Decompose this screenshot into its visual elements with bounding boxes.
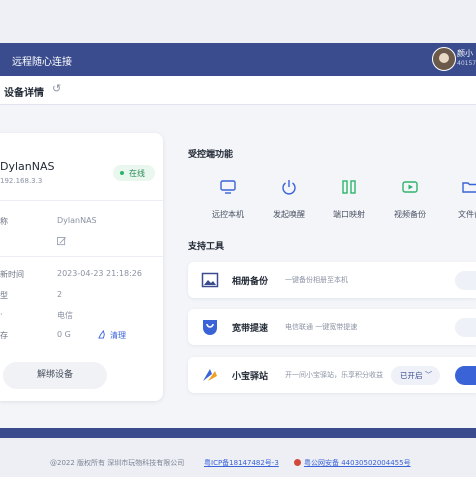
device-name: DylanNAS (0, 160, 55, 173)
field-value-update-time: 2023-04-23 21:18:26 (57, 269, 142, 278)
func-file-backup[interactable]: 文件备 (446, 179, 476, 220)
func-label: 文件备 (458, 210, 476, 219)
police-link[interactable]: 粤公网安备 44030502004455号 (304, 458, 411, 468)
copyright-text: @2022 版权所有 深圳市玩物科技有限公司 (50, 459, 185, 467)
func-label: 端口映射 (333, 210, 365, 219)
status-dot-icon (120, 171, 124, 175)
station-icon (203, 369, 217, 381)
chevron-down-icon: ﹀ (425, 371, 432, 379)
speed-icon (203, 320, 217, 335)
field-label-update-time: 新时间 (0, 270, 24, 279)
video-icon (402, 181, 418, 193)
section-title-controlled: 受控端功能 (188, 150, 234, 160)
monitor-icon (220, 180, 236, 194)
open-button[interactable] (455, 366, 476, 385)
page-title: 设备详情 (4, 88, 44, 99)
status-text: 在线 (129, 169, 145, 178)
func-video-backup[interactable]: 视频备份 (386, 179, 434, 220)
tool-desc: 开一间小宝驿站，乐享积分收益 (285, 371, 383, 379)
icp-link[interactable]: 粤ICP备18147482号-3 (204, 458, 279, 468)
divider (0, 200, 163, 201)
tool-photo-backup: 相册备份 一键备份相册至本机 (188, 262, 476, 298)
bottom-bar (0, 428, 476, 438)
tool-desc: 电信联通 一键宽带提速 (285, 323, 358, 331)
top-margin (0, 0, 476, 43)
tool-name: 宽带提速 (232, 324, 269, 334)
power-icon (282, 180, 296, 195)
tool-xiaobao-station: 小宝驿站 开一间小宝驿站，乐享积分收益 已开启 ﹀ (188, 357, 476, 393)
unbind-button[interactable]: 解绑设备 (3, 362, 107, 389)
app-title: 远程随心连接 (12, 57, 72, 68)
open-button[interactable] (455, 318, 476, 337)
section-title-tools: 支持工具 (188, 242, 225, 252)
clean-button[interactable]: 清理 (110, 330, 126, 341)
field-label-isp: · (0, 310, 3, 319)
undo-icon[interactable]: ↺ (52, 82, 61, 95)
tool-name: 相册备份 (232, 277, 269, 287)
tool-desc: 一键备份相册至本机 (285, 276, 348, 284)
police-badge-icon (294, 459, 301, 466)
footer: @2022 版权所有 深圳市玩物科技有限公司 粤ICP备18147482号-3 … (0, 438, 476, 477)
user-avatar[interactable] (432, 47, 456, 71)
edit-icon[interactable] (57, 237, 66, 246)
state-label: 已开启 (400, 371, 423, 380)
port-map-icon (342, 180, 356, 194)
divider (0, 256, 163, 257)
func-label: 视频备份 (394, 210, 426, 219)
tool-broadband-boost: 宽带提速 电信联通 一键宽带提速 (188, 309, 476, 345)
photo-icon (201, 272, 219, 288)
field-value-isp: 电信 (57, 311, 73, 320)
user-id: 40157 (457, 60, 476, 67)
broom-icon (98, 330, 105, 339)
func-port-map[interactable]: 端口映射 (325, 179, 373, 220)
top-bar: 远程随心连接 (0, 43, 476, 76)
field-label-storage: 存 (0, 331, 8, 340)
device-ip: 192.168.3.3 (0, 177, 43, 185)
tool-name: 小宝驿站 (232, 372, 269, 382)
func-label: 远控本机 (212, 210, 244, 219)
field-label-type: 型 (0, 291, 8, 300)
page-header: 设备详情 ↺ (0, 76, 476, 105)
status-badge: 在线 (113, 165, 155, 181)
func-remote-control[interactable]: 远控本机 (204, 179, 252, 220)
field-value-storage: 0 G (57, 330, 71, 339)
folder-icon (462, 182, 476, 193)
field-value-name: DylanNAS (57, 216, 97, 225)
func-wake[interactable]: 发起唤醒 (265, 179, 313, 220)
state-dropdown[interactable]: 已开启 ﹀ (391, 366, 440, 385)
field-label-name: 称 (0, 217, 8, 226)
field-value-type: 2 (57, 290, 63, 299)
user-name[interactable]: 颜小 (457, 48, 473, 59)
open-button[interactable] (455, 271, 476, 290)
func-label: 发起唤醒 (273, 210, 305, 219)
